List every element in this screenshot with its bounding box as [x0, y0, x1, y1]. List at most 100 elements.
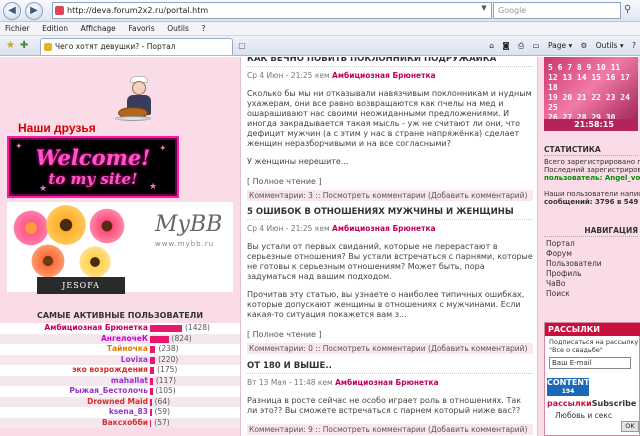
command-bar: ⌂ ◙ ⎙ ▭ Page ▾ ⚙ Outils ▾ ? [483, 39, 636, 53]
address-bar[interactable]: http://deva.forum2x2.ru/portal.htm [52, 2, 492, 19]
add-favorite-icon[interactable]: ✚ [20, 40, 28, 51]
mybb-logo: MyBB [155, 212, 223, 237]
tools-menu[interactable]: ⚙ Outils ▾ [581, 41, 624, 50]
active-user-row: АнгелочеК (824) [0, 333, 240, 345]
activity-bar [150, 367, 155, 374]
newsletter-text: Подписаться на рассылку "Все о свадьбе" [549, 338, 639, 354]
activity-bar [150, 335, 169, 343]
welcome-banner[interactable]: ✦ ✦ ★ ★ Welcome! to my site! [7, 136, 179, 198]
search-input[interactable]: Google [493, 2, 621, 19]
active-user-name[interactable]: Тайночка [0, 344, 148, 355]
nav-faq[interactable]: ЧаВо [546, 279, 636, 289]
back-button[interactable]: ◀ [3, 2, 21, 20]
menu-bar: Fichier Edition Affichage Favoris Outils… [0, 22, 640, 36]
activity-bar [150, 388, 153, 395]
favorites-star-icon[interactable]: ★ [6, 40, 15, 51]
post-count: (105) [155, 386, 176, 395]
active-user-name[interactable]: Drowned Maid [0, 397, 148, 408]
new-tab-icon[interactable]: ▢ [236, 40, 248, 52]
newsletter-email-input[interactable]: Ваш E-mail [549, 357, 631, 369]
post-author[interactable]: Амбициозная Брюнетка [335, 378, 439, 387]
activity-bar [150, 398, 152, 406]
nav-portal[interactable]: Портал [546, 239, 636, 249]
active-user-row: Drowned Maid (64) [0, 396, 240, 408]
menu-fichier[interactable]: Fichier [0, 22, 35, 36]
browser-toolbar: ◀ ▶ http://deva.forum2x2.ru/portal.htm ▼… [0, 0, 640, 22]
clock-time: 21:58:15 [574, 120, 614, 129]
newsletter-topic: Любовь и секс [555, 411, 613, 420]
nav-users[interactable]: Пользователи [546, 259, 636, 269]
mybb-banner[interactable]: MyBB www.mybb.ru JESOFA [7, 202, 233, 294]
tab-favicon-icon [44, 43, 52, 51]
nav-search[interactable]: Поиск [546, 289, 636, 299]
page-content: Наши друзья ✦ ✦ ★ ★ Welcome! to my site!… [0, 57, 640, 436]
home-icon[interactable]: ⌂ [489, 41, 494, 50]
right-column: 5 6 7 8 9 10 11 12 13 14 15 16 17 18 19 20… [540, 57, 640, 436]
comments-link[interactable]: Посмотреть комментарии (Добавить коммент… [323, 344, 528, 353]
newsletter-widget: РАССЫЛКИ Подписаться на рассылку "Все о … [544, 322, 640, 436]
post-author[interactable]: Амбициозная Брюнетка [332, 71, 436, 80]
tab-portal[interactable]: Чего хотят девушки? - Портал [40, 38, 233, 55]
site-favicon-icon [55, 6, 64, 15]
read-more-link[interactable]: [ Полное чтение ] [247, 330, 533, 339]
post-title[interactable]: КАК ВЕЧНО ПОБИТЬ ПОКЛОННИКИ ПОДРУЖАЙКА [247, 57, 533, 67]
rss-icon[interactable]: ◙ [502, 41, 509, 50]
menu-help[interactable]: ? [196, 22, 210, 36]
menu-edition[interactable]: Edition [37, 22, 73, 36]
active-user-row: Ваксхобби (57) [0, 417, 240, 429]
active-user-name[interactable]: Lovixa [0, 355, 148, 366]
chef-animation-image [115, 76, 160, 125]
post-comments: Комментарии: 3 :: Посмотреть комментарии… [247, 190, 533, 201]
main-column: КАК ВЕЧНО ПОБИТЬ ПОКЛОННИКИ ПОДРУЖАЙКА С… [240, 57, 538, 436]
activity-bar [150, 409, 152, 416]
tab-bar: ★ ✚ Чего хотят девушки? - Портал ▢ ⌂ ◙ ⎙… [0, 36, 640, 56]
activity-bar [150, 356, 156, 364]
read-more-link[interactable]: [ Полное чтение ] [247, 177, 533, 186]
content-badge[interactable]: CONTENT 194 [547, 378, 589, 396]
address-dropdown-icon[interactable]: ▼ [478, 2, 490, 15]
print-icon[interactable]: ⎙ [518, 41, 524, 50]
active-user-name[interactable]: mahallat [0, 376, 148, 387]
newest-user-link[interactable]: пользователь: Angel_vo_ [544, 174, 640, 182]
post-title[interactable]: ОТ 180 И ВЫШЕ.. [247, 361, 533, 374]
active-user-row: Амбициозная Брюнетка (1428) [0, 323, 240, 334]
search-icon[interactable]: ⚲ [624, 4, 636, 16]
comments-link[interactable]: Посмотреть комментарии (Добавить коммент… [323, 425, 528, 434]
active-user-row: mahallat (117) [0, 375, 240, 387]
nav-profile[interactable]: Профиль [546, 269, 636, 279]
forward-button[interactable]: ▶ [25, 2, 43, 20]
activity-bar [150, 419, 152, 427]
newsletter-submit-button[interactable]: OK [621, 421, 639, 432]
menu-outils[interactable]: Outils [162, 22, 194, 36]
post-title[interactable]: 5 ОШИБОК В ОТНОШЕНИЯХ МУЖЧИНЫ И ЖЕНЩИНЫ [247, 207, 533, 220]
subscribe-logo[interactable]: рассылкиSubscribe [547, 399, 636, 408]
active-user-name[interactable]: Рыжая_Бестолочь [0, 386, 148, 397]
nav-forum[interactable]: Форум [546, 249, 636, 259]
active-user-row: Lovixa (220) [0, 354, 240, 366]
post-meta: Ср 4 Июн - 21:25 кем Амбициозная Брюнетк… [247, 71, 436, 80]
active-users-list: Амбициозная Брюнетка (1428) АнгелочеК (824)… [0, 323, 240, 428]
jesofa-banner[interactable]: JESOFA [37, 277, 125, 294]
post-meta: Ср 4 Июн - 21:25 кем Амбициозная Брюнетк… [247, 224, 436, 233]
navigation-menu: Портал Форум Пользователи Профиль ЧаВо П… [546, 239, 636, 299]
post-count: (238) [158, 344, 179, 353]
active-user-name[interactable]: АнгелочеК [0, 334, 148, 345]
menu-affichage[interactable]: Affichage [76, 22, 121, 36]
post-comments: Комментарии: 0 :: Посмотреть комментарии… [247, 343, 533, 354]
post-count: (117) [155, 375, 177, 385]
help-icon[interactable]: ? [632, 41, 636, 50]
post-count: (64) [154, 396, 170, 406]
active-user-name[interactable]: Амбициозная Брюнетка [0, 323, 148, 334]
menu-favoris[interactable]: Favoris [123, 22, 159, 36]
active-user-name[interactable]: Ваксхобби [0, 418, 148, 429]
activity-bar [150, 377, 153, 385]
post-author[interactable]: Амбициозная Брюнетка [332, 224, 436, 233]
active-user-name[interactable]: эко возрождения [0, 365, 148, 376]
post-count: (824) [171, 333, 192, 343]
active-user-name[interactable]: ksena_83 [0, 407, 148, 418]
comments-link[interactable]: Посмотреть комментарии (Добавить коммент… [323, 191, 528, 200]
stats-line: сообщений: 3796 в 549 с [544, 198, 640, 206]
page-menu[interactable]: ▭ Page ▾ [532, 41, 572, 50]
post-count: (59) [154, 407, 170, 416]
post-body-continued: Прочитав эту статью, вы узнаете о наибол… [247, 290, 525, 319]
